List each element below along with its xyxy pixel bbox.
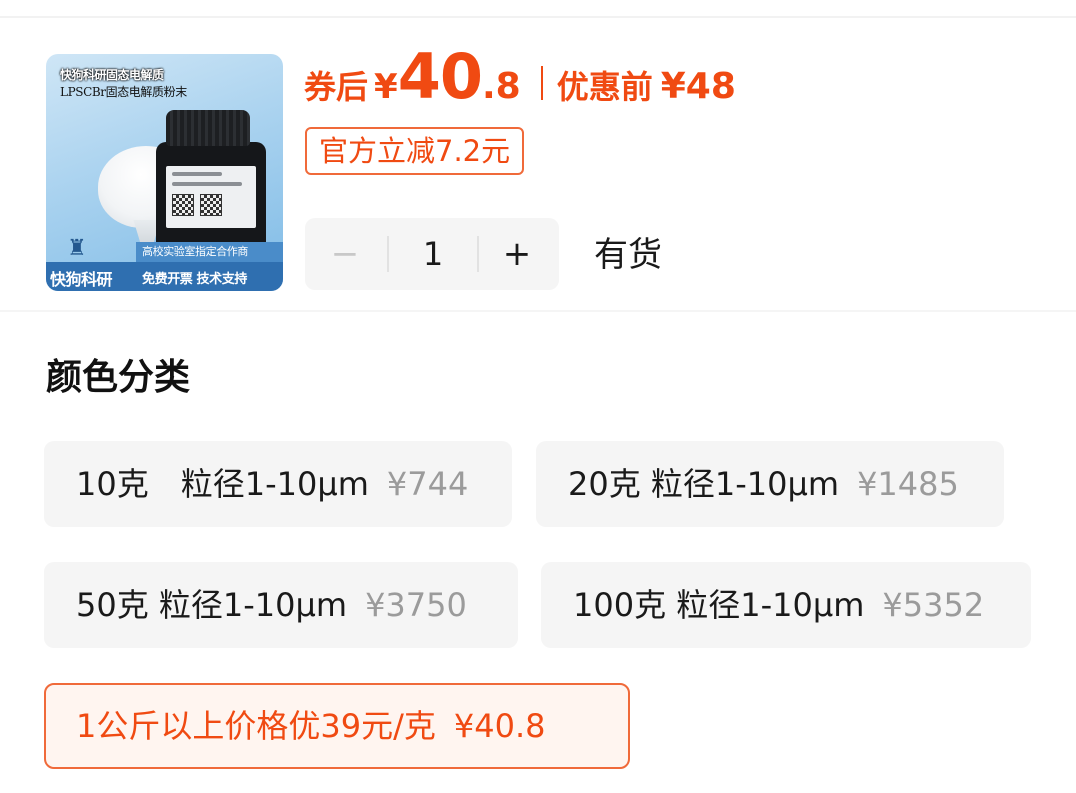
after-coupon-label: 券后 xyxy=(304,68,369,106)
bottle-label-line xyxy=(172,182,242,186)
option-price: ¥5352 xyxy=(882,586,985,624)
section-title: 颜色分类 xyxy=(46,357,191,398)
option-label: 1公斤以上价格优39元/克 xyxy=(76,707,436,745)
section-divider xyxy=(0,310,1076,312)
top-divider xyxy=(0,16,1076,18)
qr-code-icon xyxy=(200,194,222,216)
option-price: ¥40.8 xyxy=(453,707,546,745)
option-chip[interactable]: 20克 粒径1-10μm ¥1485 xyxy=(536,441,1004,527)
option-chip[interactable]: 10克 粒径1-10μm ¥744 xyxy=(44,441,512,527)
price-separator xyxy=(540,66,543,100)
bottle-cap-illustration xyxy=(166,110,250,146)
currency-symbol: ¥ xyxy=(374,67,398,107)
quantity-input[interactable] xyxy=(389,218,477,290)
before-discount-label: 优惠前 xyxy=(556,68,653,106)
option-chip[interactable]: 50克 粒径1-10μm ¥3750 xyxy=(44,562,518,648)
product-image[interactable]: 快狗科研固态电解质 LPSCBr固态电解质粉末 ♜ 高校实验室指定合作商 快狗科… xyxy=(46,54,283,291)
before-discount-price: ¥48 xyxy=(660,66,736,107)
product-image-subtitle: LPSCBr固态电解质粉末 xyxy=(60,85,187,99)
option-label: 10克 粒径1-10μm xyxy=(76,465,369,503)
price-integer: 40 xyxy=(397,40,483,113)
brand-name: 快狗科研 xyxy=(50,270,113,289)
brand-tagline: 免费开票 技术支持 xyxy=(142,272,247,287)
option-price: ¥744 xyxy=(386,465,469,503)
image-banner-top: 高校实验室指定合作商 xyxy=(136,242,283,262)
product-image-title: 快狗科研固态电解质 xyxy=(60,68,164,82)
qr-code-icon xyxy=(172,194,194,216)
decrement-button[interactable]: − xyxy=(305,218,385,290)
discount-badge: 官方立减7.2元 xyxy=(305,127,525,175)
quantity-stepper: − + xyxy=(305,218,559,290)
option-label: 50克 粒径1-10μm xyxy=(76,586,348,624)
dog-logo-icon: ♜ xyxy=(67,236,87,261)
price-row: 券后 ¥40.8 优惠前 ¥48 xyxy=(304,40,736,113)
bottle-label-line xyxy=(172,172,222,176)
price-decimal: .8 xyxy=(481,66,521,107)
option-price: ¥3750 xyxy=(365,586,467,624)
option-label: 100克 粒径1-10μm xyxy=(573,586,865,624)
option-chip-selected[interactable]: 1公斤以上价格优39元/克 ¥40.8 xyxy=(44,683,630,769)
increment-button[interactable]: + xyxy=(477,218,557,290)
option-price: ¥1485 xyxy=(857,465,959,503)
option-label: 20克 粒径1-10μm xyxy=(568,465,840,503)
option-chip[interactable]: 100克 粒径1-10μm ¥5352 xyxy=(541,562,1031,648)
stock-status: 有货 xyxy=(594,235,662,275)
